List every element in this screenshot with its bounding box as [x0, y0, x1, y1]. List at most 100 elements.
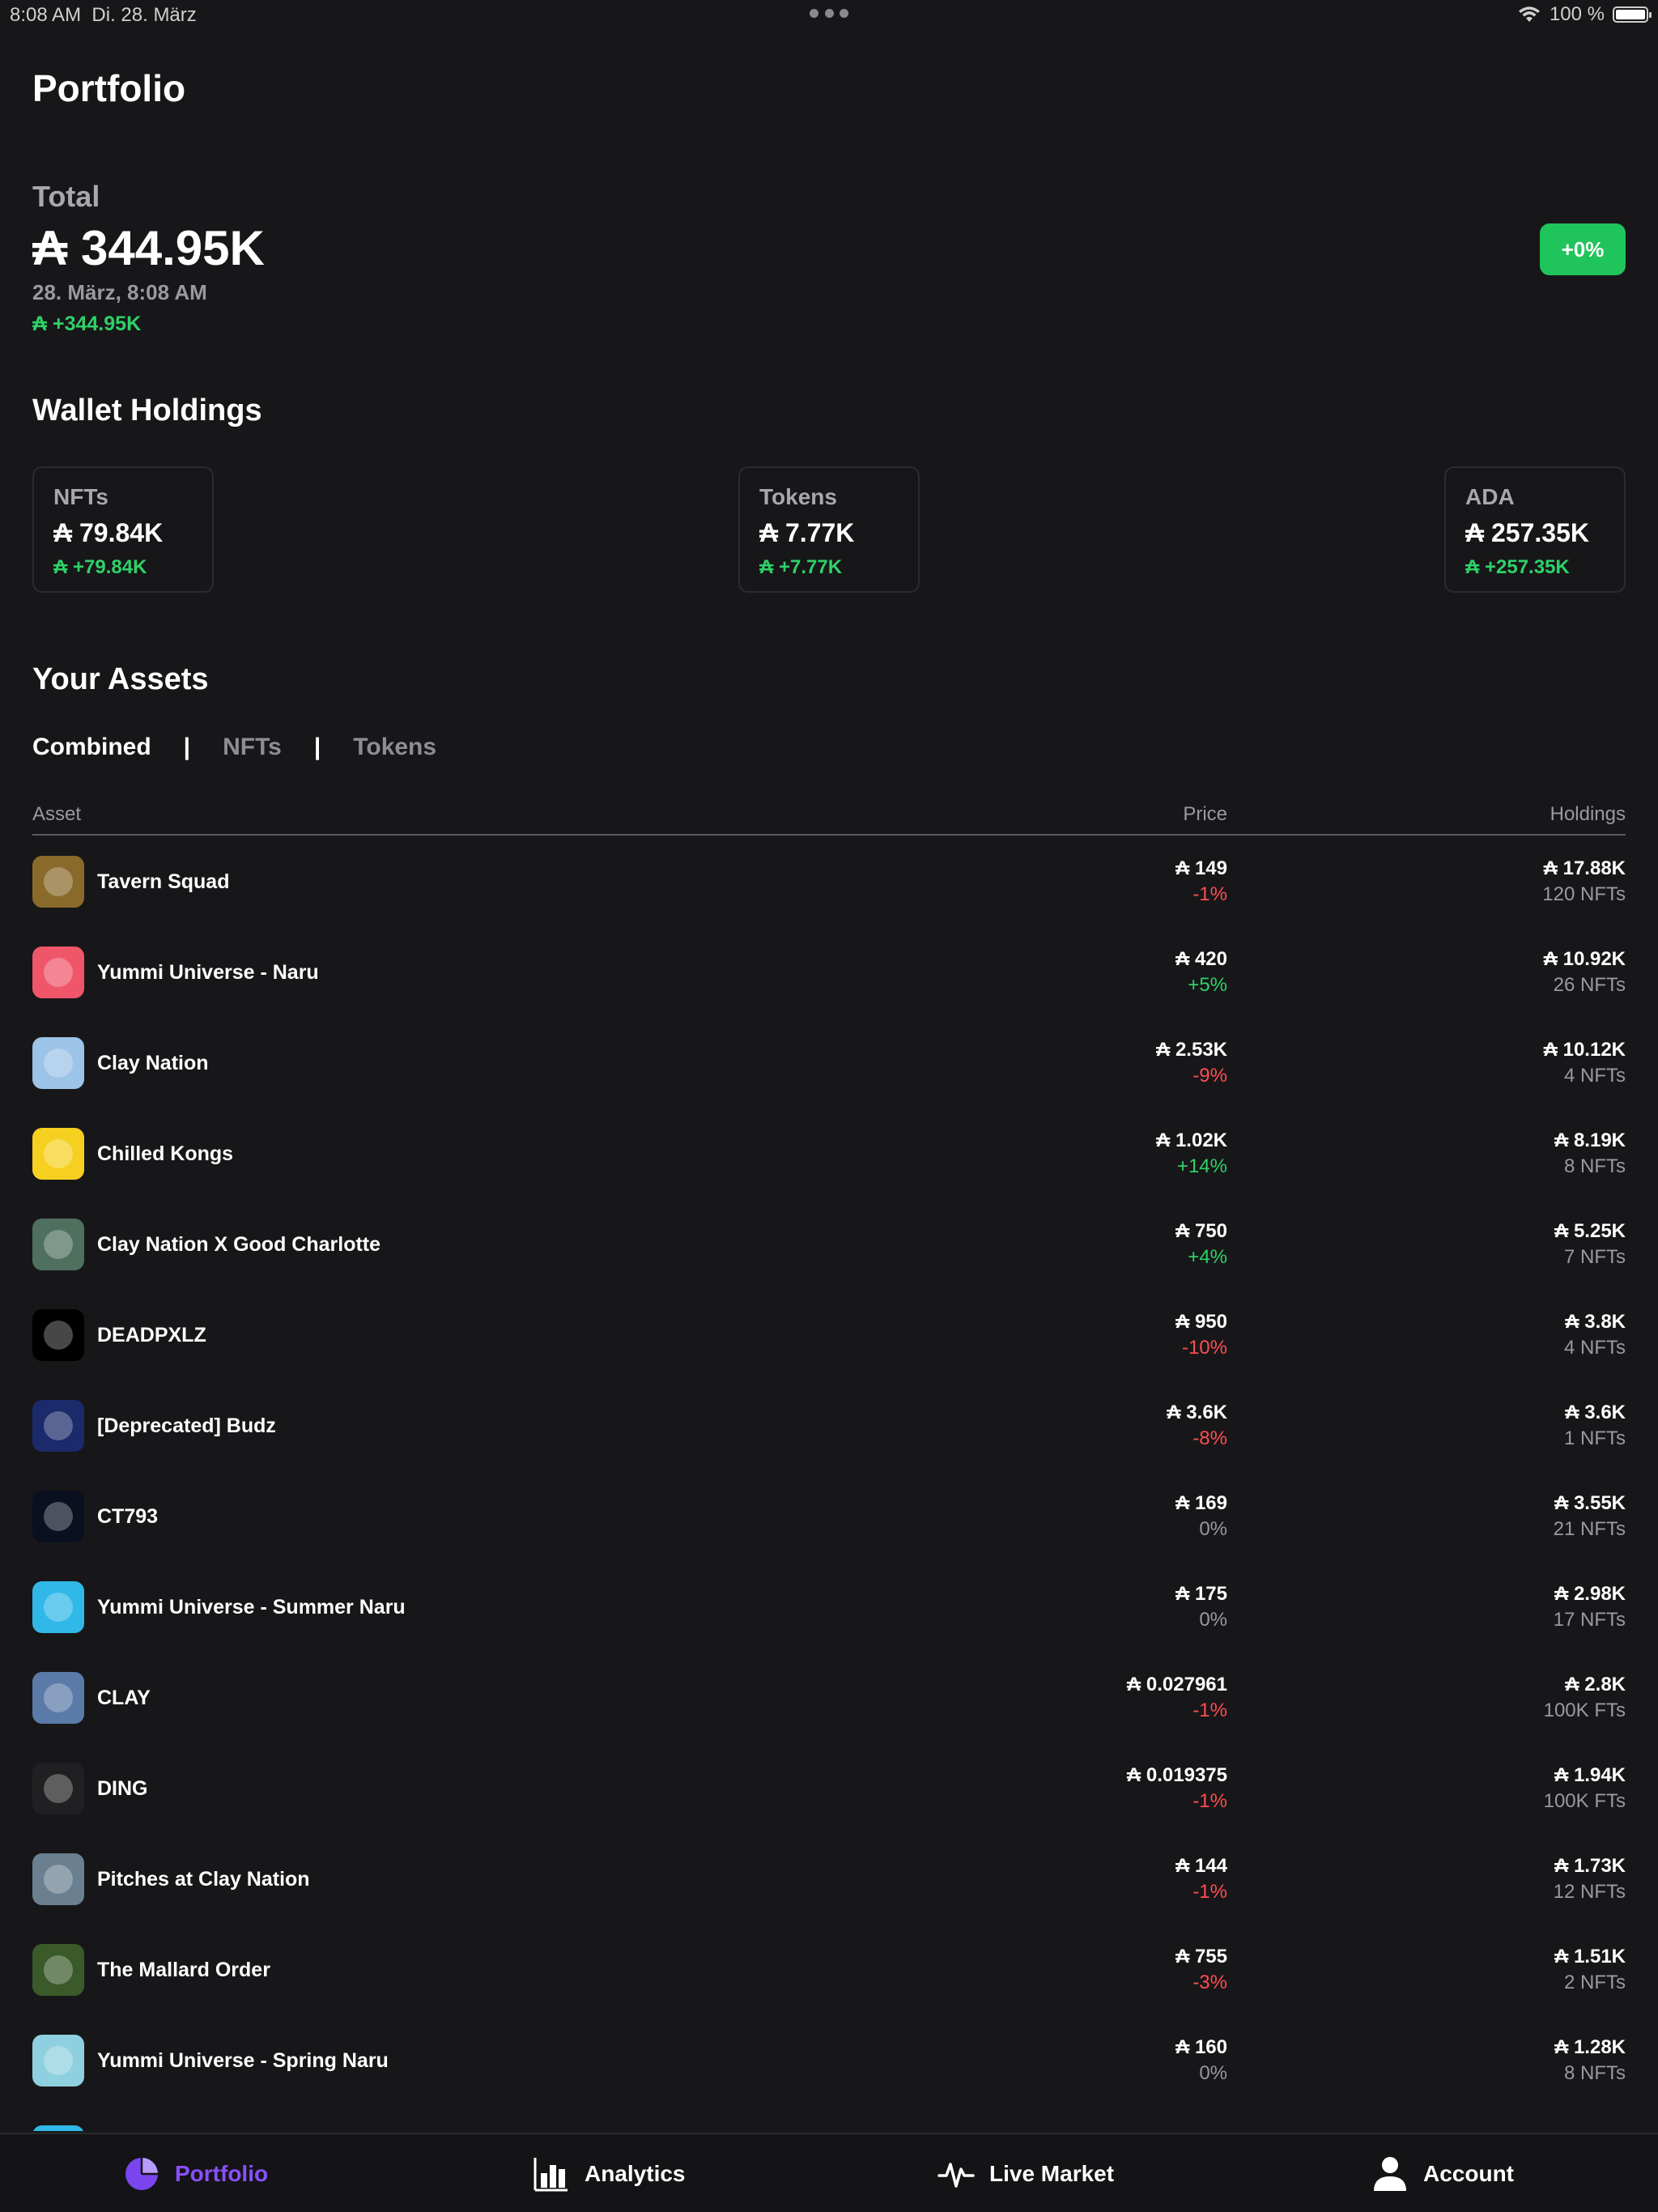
asset-price-change: -1%: [1192, 1699, 1227, 1721]
asset-price-value: ₳ 144: [1175, 1855, 1227, 1877]
tab-account[interactable]: Account: [1371, 2134, 1514, 2212]
asset-holdings: ₳ 2.98K 17 NFTs: [1554, 1581, 1626, 1633]
asset-holdings: ₳ 1.94K 100K FTs: [1544, 1763, 1626, 1814]
asset-holding-quantity: 8 NFTs: [1563, 1155, 1626, 1177]
asset-list[interactable]: Tavern Squad ₳ 149 -1% ₳ 17.88K 120 NFTs Yumm…: [32, 836, 1626, 2131]
asset-avatar-shape: [44, 1230, 73, 1259]
column-header-price[interactable]: Price: [1183, 803, 1227, 826]
asset-price: ₳ 149 -1%: [1175, 856, 1227, 908]
tab-live-market[interactable]: Live Market: [937, 2134, 1114, 2212]
multitasking-dots-icon[interactable]: [810, 5, 848, 21]
asset-price-change: +5%: [1188, 974, 1227, 996]
asset-row[interactable]: Yummi Universe - Spring Naru ₳ 160 0% ₳ 1.2…: [32, 2014, 1626, 2105]
battery-percent: 100 %: [1549, 3, 1605, 25]
asset-row[interactable]: Chilled Kongs ₳ 1.02K +14% ₳ 8.19K 8 NFTs: [32, 1108, 1626, 1198]
asset-avatar-shape: [44, 1139, 73, 1168]
asset-price-value: ₳ 0.019375: [1126, 1764, 1227, 1786]
tab-analytics[interactable]: Analytics: [533, 2134, 686, 2212]
asset-thumbnail-icon: [32, 1400, 84, 1452]
total-value: ₳ 344.95K: [32, 221, 265, 275]
status-right: 100 %: [1517, 3, 1652, 26]
asset-row[interactable]: Clay Nation X Good Charlotte ₳ 750 +4% ₳ 5.…: [32, 1198, 1626, 1289]
wifi-icon: [1518, 6, 1540, 22]
asset-price: ₳ 144 -1%: [1175, 1853, 1227, 1905]
column-header-holdings[interactable]: Holdings: [1550, 803, 1626, 826]
asset-avatar-shape: [44, 1049, 73, 1078]
asset-holding-value: ₳ 5.25K: [1554, 1220, 1626, 1242]
asset-holding-value: ₳ 2.98K: [1554, 1583, 1626, 1605]
asset-row[interactable]: The Mallard Order ₳ 755 -3% ₳ 1.51K 2 NFTs: [32, 1924, 1626, 2014]
asset-row[interactable]: [Deprecated] Budz ₳ 3.6K -8% ₳ 3.6K 1 NFTs: [32, 1380, 1626, 1470]
asset-avatar-shape: [44, 1593, 73, 1622]
total-date: 28. März, 8:08 AM: [32, 280, 207, 304]
tab-tokens[interactable]: Tokens: [353, 734, 436, 761]
asset-holding-quantity: 26 NFTs: [1553, 974, 1626, 996]
asset-name: Pitches at Clay Nation: [97, 1868, 310, 1891]
asset-price-value: ₳ 420: [1175, 948, 1227, 970]
asset-price-change: +4%: [1188, 1246, 1227, 1268]
asset-holding-quantity: 8 NFTs: [1563, 2062, 1626, 2084]
holding-card-label: NFTs: [53, 484, 108, 509]
asset-name: Clay Nation X Good Charlotte: [97, 1233, 381, 1256]
holding-card-tokens[interactable]: Tokens ₳ 7.77K ₳ +7.77K: [738, 466, 920, 593]
wallet-holdings-title: Wallet Holdings: [32, 393, 262, 428]
asset-price: ₳ 755 -3%: [1175, 1944, 1227, 1996]
column-header-asset[interactable]: Asset: [32, 803, 81, 826]
asset-row[interactable]: Clay Nation ₳ 2.53K -9% ₳ 10.12K 4 NFTs: [32, 1017, 1626, 1108]
asset-row[interactable]: Pitches at Clay Nation ₳ 144 -1% ₳ 1.73K 12 …: [32, 1833, 1626, 1924]
asset-holding-value: ₳ 17.88K: [1543, 857, 1626, 879]
asset-holding-quantity: 100K FTs: [1543, 1790, 1626, 1812]
asset-row[interactable]: DING ₳ 0.019375 -1% ₳ 1.94K 100K FTs: [32, 1742, 1626, 1833]
asset-thumbnail-icon: [32, 1944, 84, 1996]
total-change: ₳ +344.95K: [32, 313, 142, 335]
asset-holding-quantity: 4 NFTs: [1563, 1337, 1626, 1359]
asset-price-change: -3%: [1192, 1972, 1227, 1993]
asset-row[interactable]: Yummi Universe - Naru ₳ 420 +5% ₳ 10.92K 26 …: [32, 926, 1626, 1017]
asset-holdings: ₳ 8.19K 8 NFTs: [1554, 1128, 1626, 1180]
asset-holding-quantity: 21 NFTs: [1553, 1518, 1626, 1540]
asset-avatar-shape: [44, 1411, 73, 1440]
asset-avatar-shape: [44, 2046, 73, 2075]
asset-row[interactable]: Yummi Universe - Summer Naru ₳ 175 0% ₳ 2.9…: [32, 1561, 1626, 1652]
asset-thumbnail-icon: [32, 1219, 84, 1270]
asset-row[interactable]: CT793 ₳ 169 0% ₳ 3.55K 21 NFTs: [32, 1470, 1626, 1561]
asset-price-change: -9%: [1192, 1065, 1227, 1087]
tab-portfolio[interactable]: Portfolio: [123, 2134, 268, 2212]
asset-thumbnail-icon: [32, 1491, 84, 1542]
asset-price: ₳ 2.53K -9%: [1156, 1037, 1227, 1089]
asset-holdings: ₳ 3.55K 21 NFTs: [1554, 1491, 1626, 1542]
asset-row[interactable]: Tavern Squad ₳ 149 -1% ₳ 17.88K 120 NFTs: [32, 836, 1626, 926]
holding-card-ada[interactable]: ADA ₳ 257.35K ₳ +257.35K: [1444, 466, 1626, 593]
app-screen: 8:08 AM Di. 28. März 100 % Portfolio Tot…: [0, 0, 1658, 2212]
asset-thumbnail-icon: [32, 1037, 84, 1089]
asset-price: ₳ 175 0%: [1175, 1581, 1227, 1633]
asset-thumbnail-icon: [32, 2035, 84, 2087]
asset-price: ₳ 1.02K +14%: [1156, 1128, 1227, 1180]
asset-thumbnail-icon: [32, 946, 84, 998]
holding-card-nfts[interactable]: NFTs ₳ 79.84K ₳ +79.84K: [32, 466, 214, 593]
total-label: Total: [32, 180, 100, 213]
asset-row[interactable]: [32, 2105, 1626, 2131]
asset-name: Yummi Universe - Spring Naru: [97, 2049, 389, 2072]
asset-holding-quantity: 7 NFTs: [1563, 1246, 1626, 1268]
asset-holdings: ₳ 1.73K 12 NFTs: [1554, 1853, 1626, 1905]
asset-thumbnail-icon: [32, 1581, 84, 1633]
asset-holding-quantity: 4 NFTs: [1563, 1065, 1626, 1087]
tab-nfts[interactable]: NFTs: [223, 734, 282, 761]
battery-icon: [1613, 6, 1652, 23]
asset-price-change: 0%: [1199, 1518, 1227, 1540]
asset-holding-value: ₳ 1.28K: [1554, 2036, 1626, 2058]
holding-card-value: ₳ 79.84K: [53, 518, 164, 547]
asset-holdings: ₳ 10.92K 26 NFTs: [1544, 946, 1626, 998]
percent-change-badge[interactable]: +0%: [1540, 223, 1626, 275]
asset-name: Yummi Universe - Summer Naru: [97, 1596, 406, 1619]
asset-thumbnail-icon: [32, 1763, 84, 1814]
tab-combined[interactable]: Combined: [32, 734, 151, 761]
asset-row[interactable]: CLAY ₳ 0.027961 -1% ₳ 2.8K 100K FTs: [32, 1652, 1626, 1742]
bar-chart-icon: [533, 2155, 570, 2193]
holding-card-change: ₳ +79.84K: [53, 556, 147, 578]
pie-chart-icon: [123, 2155, 160, 2193]
asset-price-value: ₳ 0.027961: [1126, 1674, 1227, 1695]
asset-row[interactable]: DEADPXLZ ₳ 950 -10% ₳ 3.8K 4 NFTs: [32, 1289, 1626, 1380]
asset-name: CLAY: [97, 1687, 151, 1709]
